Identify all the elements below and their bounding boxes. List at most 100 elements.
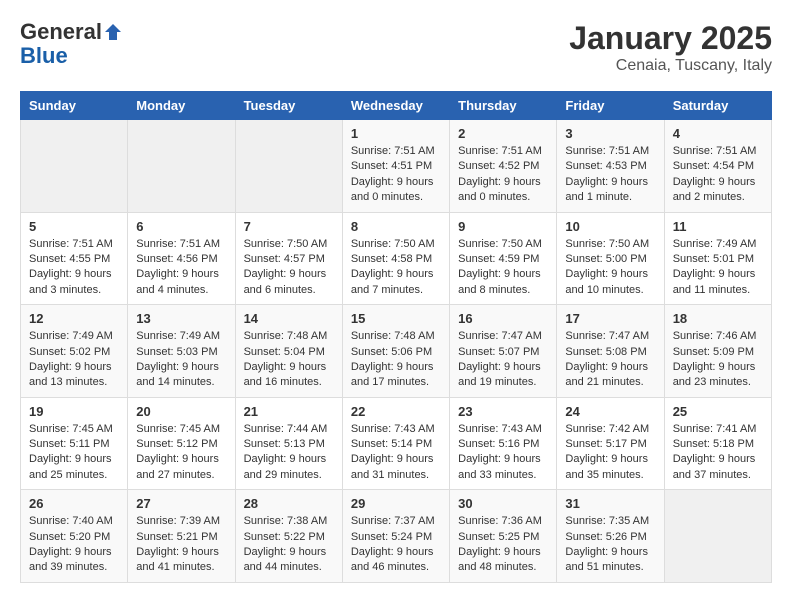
day-info: Sunrise: 7:51 AMSunset: 4:53 PMDaylight:… (565, 144, 655, 206)
calendar-cell: 9 Sunrise: 7:50 AMSunset: 4:59 PMDaylight… (450, 212, 557, 305)
day-info: Sunrise: 7:48 AMSunset: 5:06 PMDaylight:… (351, 329, 441, 391)
day-number: 30 (458, 496, 548, 511)
logo-general: General (20, 20, 102, 44)
day-number: 8 (351, 219, 441, 234)
day-number: 24 (565, 404, 655, 419)
day-info: Sunrise: 7:38 AMSunset: 5:22 PMDaylight:… (244, 514, 334, 576)
day-number: 21 (244, 404, 334, 419)
calendar-week-row: 19 Sunrise: 7:45 AMSunset: 5:11 PMDayligh… (21, 397, 772, 490)
calendar-cell (128, 120, 235, 213)
day-info: Sunrise: 7:49 AMSunset: 5:03 PMDaylight:… (136, 329, 226, 391)
weekday-header-friday: Friday (557, 92, 664, 120)
day-number: 7 (244, 219, 334, 234)
logo-blue: Blue (20, 43, 68, 68)
calendar-cell: 3Sunrise: 7:51 AMSunset: 4:53 PMDaylight… (557, 120, 664, 213)
calendar-cell: 30 Sunrise: 7:36 AMSunset: 5:25 PMDayligh… (450, 490, 557, 583)
day-info: Sunrise: 7:51 AMSunset: 4:55 PMDaylight:… (29, 237, 119, 299)
weekday-header-tuesday: Tuesday (235, 92, 342, 120)
calendar-week-row: 5 Sunrise: 7:51 AMSunset: 4:55 PMDaylight… (21, 212, 772, 305)
calendar-cell: 21 Sunrise: 7:44 AMSunset: 5:13 PMDayligh… (235, 397, 342, 490)
calendar-cell: 16Sunrise: 7:47 AMSunset: 5:07 PMDayligh… (450, 305, 557, 398)
calendar-cell: 31 Sunrise: 7:35 AMSunset: 5:26 PMDayligh… (557, 490, 664, 583)
day-info: Sunrise: 7:48 AMSunset: 5:04 PMDaylight:… (244, 329, 334, 391)
title-block: January 2025 Cenaia, Tuscany, Italy (569, 20, 772, 75)
day-number: 15 (351, 311, 441, 326)
day-number: 14 (244, 311, 334, 326)
day-number: 16 (458, 311, 548, 326)
calendar-cell: 13 Sunrise: 7:49 AMSunset: 5:03 PMDayligh… (128, 305, 235, 398)
calendar-cell (235, 120, 342, 213)
day-number: 4 (673, 126, 763, 141)
calendar-cell: 24 Sunrise: 7:42 AMSunset: 5:17 PMDayligh… (557, 397, 664, 490)
day-number: 10 (565, 219, 655, 234)
day-info: Sunrise: 7:51 AMSunset: 4:52 PMDaylight:… (458, 144, 548, 206)
day-info: Sunrise: 7:45 AMSunset: 5:11 PMDaylight:… (29, 422, 119, 484)
day-info: Sunrise: 7:49 AMSunset: 5:01 PMDaylight:… (673, 237, 763, 299)
calendar-cell: 1 Sunrise: 7:51 AMSunset: 4:51 PMDaylight… (342, 120, 449, 213)
day-number: 11 (673, 219, 763, 234)
logo: General Blue (20, 20, 124, 68)
day-number: 22 (351, 404, 441, 419)
day-number: 31 (565, 496, 655, 511)
calendar-cell: 7 Sunrise: 7:50 AMSunset: 4:57 PMDaylight… (235, 212, 342, 305)
day-number: 17 (565, 311, 655, 326)
day-number: 1 (351, 126, 441, 141)
calendar-cell: 26 Sunrise: 7:40 AMSunset: 5:20 PMDayligh… (21, 490, 128, 583)
day-info: Sunrise: 7:43 AMSunset: 5:16 PMDaylight:… (458, 422, 548, 484)
day-info: Sunrise: 7:46 AMSunset: 5:09 PMDaylight:… (673, 329, 763, 391)
calendar-cell: 6 Sunrise: 7:51 AMSunset: 4:56 PMDaylight… (128, 212, 235, 305)
calendar-cell: 23 Sunrise: 7:43 AMSunset: 5:16 PMDayligh… (450, 397, 557, 490)
day-info: Sunrise: 7:41 AMSunset: 5:18 PMDaylight:… (673, 422, 763, 484)
calendar-cell: 14 Sunrise: 7:48 AMSunset: 5:04 PMDayligh… (235, 305, 342, 398)
day-info: Sunrise: 7:43 AMSunset: 5:14 PMDaylight:… (351, 422, 441, 484)
day-info: Sunrise: 7:44 AMSunset: 5:13 PMDaylight:… (244, 422, 334, 484)
day-info: Sunrise: 7:45 AMSunset: 5:12 PMDaylight:… (136, 422, 226, 484)
calendar-table: SundayMondayTuesdayWednesdayThursdayFrid… (20, 91, 772, 583)
day-number: 25 (673, 404, 763, 419)
calendar-week-row: 26 Sunrise: 7:40 AMSunset: 5:20 PMDayligh… (21, 490, 772, 583)
day-info: Sunrise: 7:37 AMSunset: 5:24 PMDaylight:… (351, 514, 441, 576)
day-info: Sunrise: 7:50 AMSunset: 4:58 PMDaylight:… (351, 237, 441, 299)
month-title: January 2025 (569, 20, 772, 57)
day-info: Sunrise: 7:50 AMSunset: 4:59 PMDaylight:… (458, 237, 548, 299)
day-info: Sunrise: 7:35 AMSunset: 5:26 PMDaylight:… (565, 514, 655, 576)
calendar-week-row: 12 Sunrise: 7:49 AMSunset: 5:02 PMDayligh… (21, 305, 772, 398)
weekday-header-monday: Monday (128, 92, 235, 120)
day-info: Sunrise: 7:50 AMSunset: 4:57 PMDaylight:… (244, 237, 334, 299)
day-info: Sunrise: 7:47 AMSunset: 5:08 PMDaylight:… (565, 329, 655, 391)
location: Cenaia, Tuscany, Italy (569, 57, 772, 75)
calendar-cell (21, 120, 128, 213)
day-number: 27 (136, 496, 226, 511)
calendar-cell: 2 Sunrise: 7:51 AMSunset: 4:52 PMDaylight… (450, 120, 557, 213)
day-number: 28 (244, 496, 334, 511)
calendar-cell: 17 Sunrise: 7:47 AMSunset: 5:08 PMDayligh… (557, 305, 664, 398)
day-info: Sunrise: 7:49 AMSunset: 5:02 PMDaylight:… (29, 329, 119, 391)
day-info: Sunrise: 7:42 AMSunset: 5:17 PMDaylight:… (565, 422, 655, 484)
day-number: 2 (458, 126, 548, 141)
day-number: 19 (29, 404, 119, 419)
day-number: 12 (29, 311, 119, 326)
calendar-cell: 27 Sunrise: 7:39 AMSunset: 5:21 PMDayligh… (128, 490, 235, 583)
calendar-cell: 22 Sunrise: 7:43 AMSunset: 5:14 PMDayligh… (342, 397, 449, 490)
day-info: Sunrise: 7:39 AMSunset: 5:21 PMDaylight:… (136, 514, 226, 576)
day-number: 26 (29, 496, 119, 511)
weekday-header-thursday: Thursday (450, 92, 557, 120)
day-number: 5 (29, 219, 119, 234)
day-number: 6 (136, 219, 226, 234)
day-info: Sunrise: 7:51 AMSunset: 4:56 PMDaylight:… (136, 237, 226, 299)
calendar-cell: 29Sunrise: 7:37 AMSunset: 5:24 PMDayligh… (342, 490, 449, 583)
calendar-cell: 15 Sunrise: 7:48 AMSunset: 5:06 PMDayligh… (342, 305, 449, 398)
day-info: Sunrise: 7:36 AMSunset: 5:25 PMDaylight:… (458, 514, 548, 576)
day-info: Sunrise: 7:40 AMSunset: 5:20 PMDaylight:… (29, 514, 119, 576)
calendar-cell: 11 Sunrise: 7:49 AMSunset: 5:01 PMDayligh… (664, 212, 771, 305)
page-header: General Blue January 2025 Cenaia, Tuscan… (20, 20, 772, 75)
day-info: Sunrise: 7:51 AMSunset: 4:54 PMDaylight:… (673, 144, 763, 206)
calendar-cell: 4 Sunrise: 7:51 AMSunset: 4:54 PMDaylight… (664, 120, 771, 213)
calendar-cell: 5 Sunrise: 7:51 AMSunset: 4:55 PMDaylight… (21, 212, 128, 305)
day-info: Sunrise: 7:51 AMSunset: 4:51 PMDaylight:… (351, 144, 441, 206)
day-number: 9 (458, 219, 548, 234)
day-number: 23 (458, 404, 548, 419)
day-number: 13 (136, 311, 226, 326)
calendar-cell: 19 Sunrise: 7:45 AMSunset: 5:11 PMDayligh… (21, 397, 128, 490)
calendar-header-row: SundayMondayTuesdayWednesdayThursdayFrid… (21, 92, 772, 120)
